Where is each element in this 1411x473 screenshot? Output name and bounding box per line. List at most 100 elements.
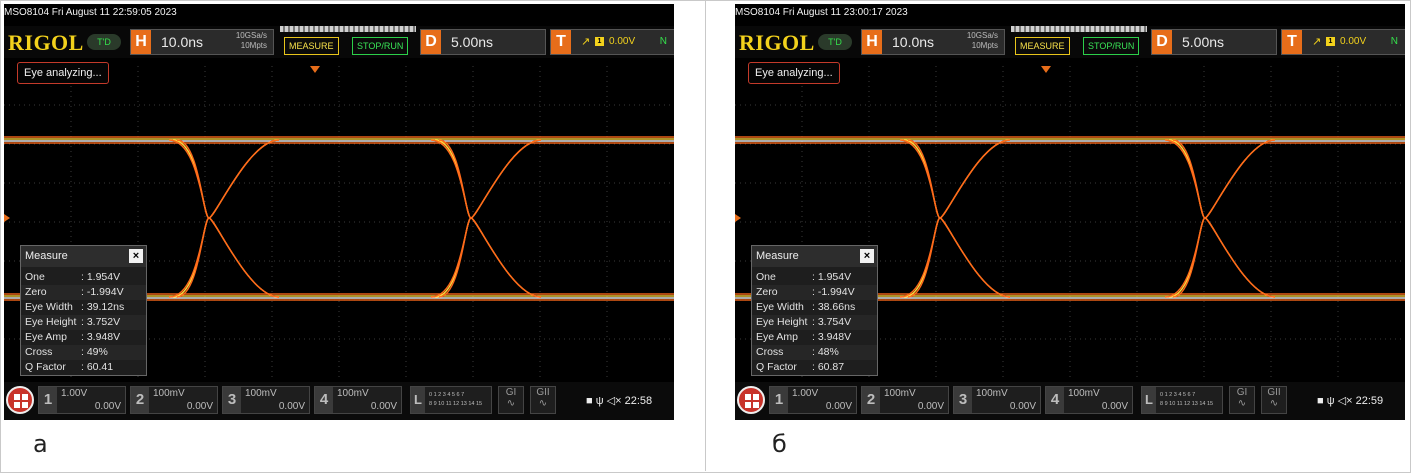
trigger-box[interactable]: T ↗ 1 0.00V N bbox=[1281, 29, 1405, 55]
falling-edge-trace bbox=[172, 139, 280, 298]
camera-icon[interactable]: ■ bbox=[1317, 395, 1324, 407]
measure-row: Cross: 48% bbox=[752, 345, 877, 360]
channel-offset: 0.00V bbox=[825, 401, 852, 412]
trigger-level: 0.00V bbox=[609, 36, 636, 47]
measure-row: Q Factor: 60.87 bbox=[752, 360, 877, 375]
measure-label: Eye Width bbox=[756, 301, 804, 313]
channel-offset: 0.00V bbox=[278, 401, 305, 412]
brand-logo: RIGOL bbox=[739, 30, 815, 55]
toolbar: RIGOL T'D H 10.0ns 10GSa/s 10Mpts MEASUR… bbox=[735, 26, 1405, 58]
rising-edge-trace bbox=[430, 139, 542, 298]
horizontal-timebase-box[interactable]: H 10.0ns 10GSa/s 10Mpts bbox=[861, 29, 1005, 55]
channel-1-box[interactable]: 1 1.00V 0.00V bbox=[38, 386, 126, 414]
measure-row: Q Factor: 60.41 bbox=[21, 360, 146, 375]
measure-panel: Measure × One: 1.954V Zero: -1.994V Eye … bbox=[751, 245, 878, 376]
falling-edge-trace bbox=[899, 139, 1011, 298]
channel-4-box[interactable]: 4 100mV 0.00V bbox=[314, 386, 402, 414]
rising-edge-trace bbox=[903, 139, 1011, 298]
home-menu-icon[interactable] bbox=[737, 386, 765, 414]
channel-2-box[interactable]: 2 100mV 0.00V bbox=[130, 386, 218, 414]
close-icon[interactable]: × bbox=[860, 249, 874, 263]
trigger-mode: N bbox=[1390, 36, 1398, 47]
rising-edge-trace bbox=[1168, 139, 1276, 298]
trigger-position-icon bbox=[310, 66, 320, 73]
rising-edge-trace bbox=[1164, 139, 1276, 298]
waveform-memory-bar bbox=[280, 26, 416, 32]
channel-number: 2 bbox=[862, 387, 880, 413]
td-badge[interactable]: T'D bbox=[818, 34, 852, 50]
rising-edge-trace bbox=[172, 139, 280, 298]
measure-row: Eye Width: 38.66ns bbox=[752, 300, 877, 315]
channel-3-box[interactable]: 3 100mV 0.00V bbox=[222, 386, 310, 414]
generator-1-button[interactable]: GI ∿ bbox=[498, 386, 524, 414]
channel-bar: 1 1.00V 0.00V 2 100mV 0.00V 3 100mV 0.00V 4 100… bbox=[4, 382, 674, 420]
channel-scale: 1.00V bbox=[61, 388, 88, 399]
falling-edge-trace bbox=[434, 139, 542, 298]
measure-label: One bbox=[25, 271, 45, 283]
waveform-memory-bar bbox=[1011, 26, 1147, 32]
channel-offset: 0.00V bbox=[1101, 401, 1128, 412]
logic-channels-box[interactable]: L 0 1 2 3 4 5 6 7 8 9 10 11 12 13 14 15 bbox=[410, 386, 492, 414]
channel-1-box[interactable]: 1 1.00V 0.00V bbox=[769, 386, 857, 414]
measure-button[interactable]: MEASURE bbox=[284, 37, 339, 55]
generator-2-button[interactable]: GII ∿ bbox=[1261, 386, 1287, 414]
speaker-icon[interactable]: ◁× bbox=[1338, 395, 1353, 407]
channel-2-box[interactable]: 2 100mV 0.00V bbox=[861, 386, 949, 414]
td-badge[interactable]: T'D bbox=[87, 34, 121, 50]
clock: 22:59 bbox=[1355, 395, 1384, 407]
measure-value: : 49% bbox=[81, 346, 108, 358]
rising-edge-icon: ↗ bbox=[581, 36, 591, 48]
channel-offset: 0.00V bbox=[94, 401, 121, 412]
measure-value: : 3.752V bbox=[81, 316, 121, 328]
speaker-icon[interactable]: ◁× bbox=[607, 395, 622, 407]
trigger-level: 0.00V bbox=[1340, 36, 1367, 47]
measure-value: : 3.948V bbox=[81, 331, 121, 343]
sine-wave-icon: ∿ bbox=[1237, 398, 1247, 409]
measure-row: Eye Height: 3.752V bbox=[21, 315, 146, 330]
measure-row: One : 1.954V bbox=[21, 270, 146, 285]
channel-number: 3 bbox=[223, 387, 241, 413]
channel-scale: 100mV bbox=[884, 388, 916, 399]
trigger-mode: N bbox=[659, 36, 667, 47]
logic-channels-box[interactable]: L 0 1 2 3 4 5 6 7 8 9 10 11 12 13 14 15 bbox=[1141, 386, 1223, 414]
measure-panel: Measure × One: 1.954V Zero: -1.994V Eye … bbox=[20, 245, 147, 376]
measure-value: : 48% bbox=[812, 346, 839, 358]
channel-4-box[interactable]: 4 100mV 0.00V bbox=[1045, 386, 1133, 414]
measure-label: Cross bbox=[25, 346, 53, 358]
channel-scale: 1.00V bbox=[792, 388, 819, 399]
usb-icon: ψ bbox=[1326, 395, 1335, 407]
channel-bar: 1 1.00V 0.00V 2 100mV 0.00V 3 100mV 0.00V 4 100… bbox=[735, 382, 1405, 420]
measure-value: : 3.948V bbox=[812, 331, 852, 343]
sine-wave-icon: ∿ bbox=[538, 398, 548, 409]
measure-button[interactable]: MEASURE bbox=[1015, 37, 1070, 55]
generator-2-label: GII bbox=[1267, 387, 1281, 398]
measure-row: Eye Amp: 3.948V bbox=[21, 330, 146, 345]
stop-run-button[interactable]: STOP/RUN bbox=[1083, 37, 1140, 55]
close-icon[interactable]: × bbox=[129, 249, 143, 263]
horizontal-timebase-box[interactable]: H 10.0ns 10GSa/s 10Mpts bbox=[130, 29, 274, 55]
clock: 22:58 bbox=[624, 395, 653, 407]
falling-edge-trace bbox=[1168, 139, 1276, 298]
measure-row: Eye Height: 3.754V bbox=[752, 315, 877, 330]
delay-label: D bbox=[1152, 30, 1172, 54]
channel-3-box[interactable]: 3 100mV 0.00V bbox=[953, 386, 1041, 414]
channel-offset: 0.00V bbox=[370, 401, 397, 412]
generator-1-button[interactable]: GI ∿ bbox=[1229, 386, 1255, 414]
measure-label: Eye Amp bbox=[756, 331, 799, 343]
level-marker-icon bbox=[735, 214, 741, 222]
channel-number: 4 bbox=[315, 387, 333, 413]
stop-run-button[interactable]: STOP/RUN bbox=[352, 37, 409, 55]
eye-analyzing-message: Eye analyzing... bbox=[748, 62, 840, 84]
falling-edge-trace bbox=[903, 139, 1011, 298]
trigger-box[interactable]: T ↗ 1 0.00V N bbox=[550, 29, 674, 55]
measure-value: : 1.954V bbox=[81, 271, 121, 283]
camera-icon[interactable]: ■ bbox=[586, 395, 593, 407]
logic-row-1: 0 1 2 3 4 5 6 7 bbox=[1160, 392, 1196, 398]
horizontal-label: H bbox=[862, 30, 882, 54]
channel-offset: 0.00V bbox=[1009, 401, 1036, 412]
delay-box[interactable]: D 5.00ns bbox=[1151, 29, 1277, 55]
home-menu-icon[interactable] bbox=[6, 386, 34, 414]
oscilloscope-screen-b: MSO8104 Fri August 11 23:00:17 2023 RIGO… bbox=[735, 4, 1405, 420]
delay-box[interactable]: D 5.00ns bbox=[420, 29, 546, 55]
generator-2-button[interactable]: GII ∿ bbox=[530, 386, 556, 414]
